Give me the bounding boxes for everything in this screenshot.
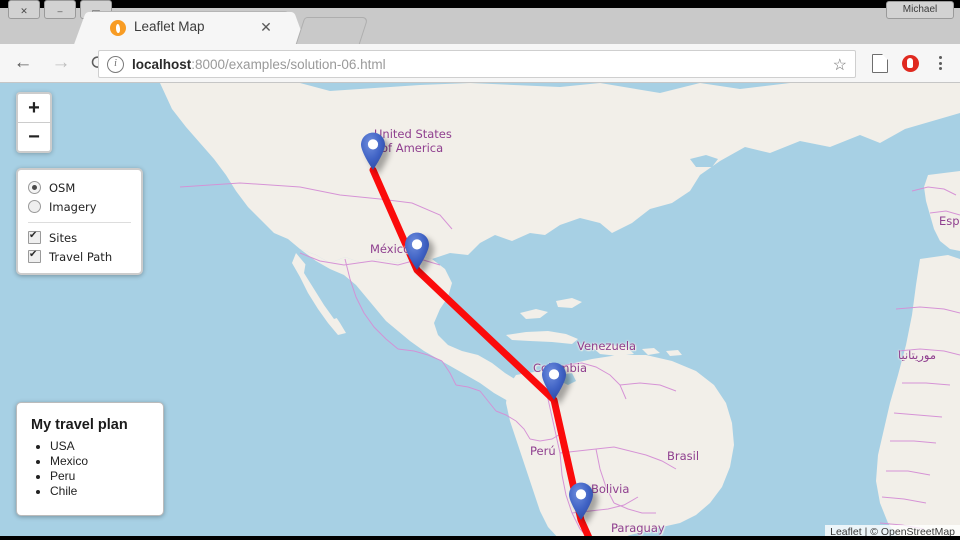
overlay-option-travel-path[interactable]: Travel Path <box>28 247 131 266</box>
zoom-control: + − <box>16 92 52 153</box>
screenshot-root: ✕ – ▭ Michael Leaflet Map ✕ ← → ⟳ i loca… <box>0 0 960 540</box>
url-path: :8000/examples/solution-06.html <box>191 56 386 72</box>
layer-label: Imagery <box>49 199 97 214</box>
map-pin-icon <box>361 132 385 170</box>
window-close-glyph: ✕ <box>20 6 28 16</box>
checkbox-travel-path-icon[interactable] <box>28 248 41 263</box>
user-account-chip[interactable]: Michael <box>886 1 954 19</box>
radio-imagery-icon[interactable] <box>28 200 41 213</box>
legend-title: My travel plan <box>31 417 128 433</box>
marker-peru[interactable] <box>541 362 567 400</box>
overlay-label: Travel Path <box>49 249 113 264</box>
overlay-option-sites[interactable]: Sites <box>28 228 131 247</box>
os-bottom-strip <box>0 536 960 540</box>
list-item: Chile <box>50 484 153 499</box>
os-top-strip <box>0 0 960 8</box>
layer-control: OSM Imagery Sites Travel Path <box>16 168 143 275</box>
tab-close-icon[interactable]: ✕ <box>258 19 274 35</box>
radio-osm-icon[interactable] <box>28 181 41 194</box>
zoom-in-button[interactable]: + <box>18 94 50 123</box>
site-info-icon[interactable]: i <box>107 55 124 73</box>
map-pin-icon <box>405 232 429 270</box>
new-tab-button[interactable] <box>295 17 369 45</box>
browser-tab[interactable]: Leaflet Map ✕ <box>92 12 288 44</box>
window-minimize-button[interactable]: – <box>44 0 76 19</box>
window-close-button[interactable]: ✕ <box>8 0 40 19</box>
map-pin-icon <box>569 482 593 520</box>
kebab-menu-icon[interactable] <box>926 49 954 77</box>
travel-plan-legend: My travel plan USA Mexico Peru Chile <box>16 402 164 516</box>
tab-title: Leaflet Map <box>134 19 205 34</box>
layer-label: OSM <box>49 180 76 195</box>
url-text: localhost:8000/examples/solution-06.html <box>132 57 386 72</box>
browser-tab-bar: ✕ – ▭ Michael Leaflet Map ✕ <box>0 0 960 45</box>
forward-button[interactable]: → <box>46 48 76 78</box>
layer-option-imagery[interactable]: Imagery <box>28 197 131 216</box>
address-bar[interactable]: i localhost:8000/examples/solution-06.ht… <box>98 50 856 78</box>
marker-mexico[interactable] <box>404 232 430 270</box>
browser-toolbar: ← → ⟳ i localhost:8000/examples/solution… <box>0 44 960 83</box>
legend-list: USA Mexico Peru Chile <box>31 439 153 499</box>
list-item: USA <box>50 439 153 454</box>
window-minimize-glyph: – <box>57 6 63 16</box>
overlay-label: Sites <box>49 230 78 245</box>
bookmark-star-icon[interactable]: ☆ <box>833 55 847 75</box>
list-item: Peru <box>50 469 153 484</box>
back-button[interactable]: ← <box>8 48 38 78</box>
layer-separator <box>28 222 131 223</box>
adblock-icon[interactable] <box>896 49 924 77</box>
toolbar-extensions <box>866 44 954 82</box>
marker-chile[interactable] <box>568 482 594 520</box>
url-host: localhost <box>132 56 192 72</box>
leaflet-favicon-icon <box>110 20 126 36</box>
checkbox-sites-icon[interactable] <box>28 229 41 244</box>
document-icon[interactable] <box>866 49 894 77</box>
zoom-out-button[interactable]: − <box>18 123 50 151</box>
layer-option-osm[interactable]: OSM <box>28 178 131 197</box>
map-pin-icon <box>542 362 566 400</box>
list-item: Mexico <box>50 454 153 469</box>
marker-usa[interactable] <box>360 132 386 170</box>
